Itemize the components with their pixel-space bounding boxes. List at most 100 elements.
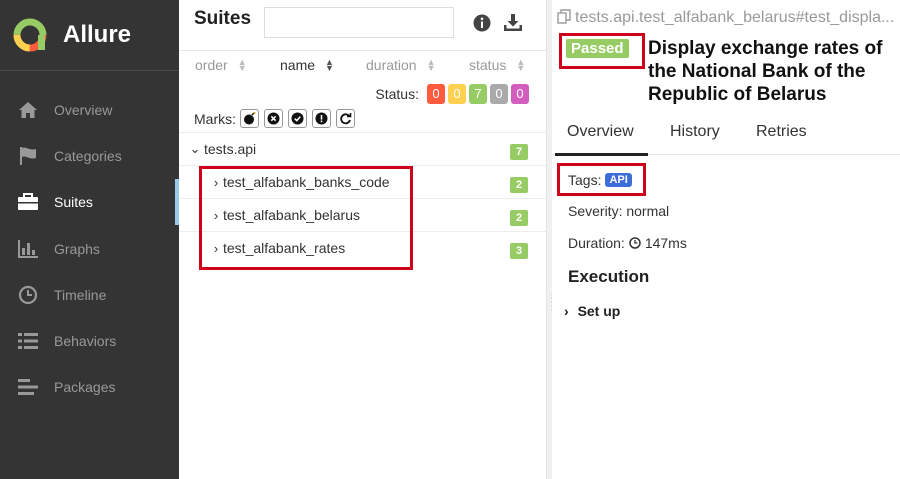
sidebar-item-label: Graphs <box>54 240 100 257</box>
chevron-right-icon: › <box>213 240 219 256</box>
sort-status[interactable]: status ▲ ▼ <box>469 57 525 73</box>
test-details-pane: tests.api.test_alfabank_belarus#test_dis… <box>552 0 900 479</box>
tree-item-label: test_alfabank_banks_code <box>223 174 390 190</box>
marks-label: Marks: <box>194 110 236 127</box>
sort-arrows-icon: ▲ ▼ <box>237 57 247 73</box>
chevron-right-icon: › <box>213 174 219 190</box>
tag-badge: API <box>605 173 632 187</box>
sidebar-nav: Overview Categories Suites Graphs Timeli… <box>0 87 179 410</box>
sort-status-label: status <box>469 57 507 73</box>
align-left-icon <box>17 376 39 398</box>
sidebar-item-suites[interactable]: Suites <box>0 179 179 226</box>
severity-text: Severity: normal <box>568 203 670 219</box>
retries-icon[interactable] <box>336 109 355 128</box>
detail-tabs: Overview History Retries <box>552 112 900 156</box>
home-icon <box>17 99 39 121</box>
status-broken-toggle[interactable]: 0 <box>448 84 466 104</box>
count-badge: 3 <box>510 241 528 259</box>
count-badge: 7 <box>510 142 528 160</box>
tags-label: Tags: <box>568 172 602 188</box>
passed-count: 7 <box>510 144 528 160</box>
sidebar-item-label: Behaviors <box>54 333 117 350</box>
severity-row: Severity: normal <box>568 203 669 219</box>
sort-arrows-icon: ▲ ▼ <box>426 57 436 73</box>
app-name: Allure <box>63 21 132 48</box>
tree-item[interactable]: › test_alfabank_rates 3 <box>179 231 546 264</box>
marks-filter: Marks: <box>194 109 355 128</box>
clock-icon <box>629 237 641 249</box>
sidebar-item-categories[interactable]: Categories <box>0 133 179 179</box>
status-skipped-toggle[interactable]: 0 <box>490 84 508 104</box>
download-icon[interactable] <box>502 12 524 34</box>
setup-label: Set up <box>577 303 621 319</box>
allure-logo <box>13 18 47 52</box>
count-badge: 2 <box>510 175 528 193</box>
sort-duration[interactable]: duration ▲ ▼ <box>366 57 436 73</box>
tree-group-label: tests.api <box>204 141 257 157</box>
sidebar-item-overview[interactable]: Overview <box>0 87 179 133</box>
bar-chart-icon <box>17 238 39 260</box>
test-title: Display exchange rates of the National B… <box>648 38 883 105</box>
count-badge: 2 <box>510 208 528 226</box>
passed-count: 2 <box>510 177 528 193</box>
duration-label: Duration: <box>568 235 625 251</box>
sidebar-item-graphs[interactable]: Graphs <box>0 226 179 272</box>
tab-retries[interactable]: Retries <box>756 123 807 141</box>
passed-count: 3 <box>510 243 528 259</box>
chevron-right-icon: › <box>213 207 219 223</box>
tree-group-tests-api[interactable]: ⌄ tests.api 7 <box>179 132 546 165</box>
briefcase-icon <box>17 191 39 213</box>
status-failed-toggle[interactable]: 0 <box>427 84 445 104</box>
page-title: Suites <box>194 8 252 29</box>
tree-item-label: test_alfabank_belarus <box>223 207 360 223</box>
sidebar-item-label: Suites <box>54 194 93 211</box>
sort-arrows-icon: ▲ ▼ <box>516 57 526 73</box>
sort-order-label: order <box>195 57 228 73</box>
sidebar-item-label: Categories <box>54 148 122 165</box>
tree-item[interactable]: › test_alfabank_banks_code 2 <box>179 165 546 198</box>
tab-history[interactable]: History <box>670 123 720 141</box>
sidebar-item-behaviors[interactable]: Behaviors <box>0 318 179 364</box>
sidebar-item-label: Packages <box>54 379 116 396</box>
new-failed-icon[interactable] <box>264 109 283 128</box>
new-passed-icon[interactable] <box>288 109 307 128</box>
sidebar-item-label: Timeline <box>54 286 107 303</box>
sort-name[interactable]: name ▲ ▼ <box>280 57 334 73</box>
sidebar-item-timeline[interactable]: Timeline <box>0 272 179 318</box>
info-icon[interactable] <box>471 12 493 34</box>
suites-pane: Suites order ▲ ▼ name ▲ ▼ duration ▲ ▼ stat… <box>179 0 546 479</box>
sort-name-label: name <box>280 57 316 73</box>
search-input[interactable] <box>264 7 454 38</box>
chevron-down-icon: ⌄ <box>189 141 201 156</box>
tags-row: Tags: API <box>568 172 632 188</box>
test-path: tests.api.test_alfabank_belarus#test_dis… <box>557 9 894 29</box>
sort-arrows-icon: ▲ ▼ <box>325 57 334 73</box>
tab-overview[interactable]: Overview <box>555 123 648 156</box>
new-broken-icon[interactable] <box>312 109 331 128</box>
sort-bar: order ▲ ▼ name ▲ ▼ duration ▲ ▼ status ▲ ▼ <box>179 57 546 77</box>
status-label: Status: <box>375 86 419 102</box>
sidebar-item-packages[interactable]: Packages <box>0 364 179 410</box>
status-filter: Status: 0 0 7 0 0 <box>375 84 529 104</box>
copy-icon[interactable] <box>557 9 571 29</box>
tree-item[interactable]: › test_alfabank_belarus 2 <box>179 198 546 231</box>
setup-section[interactable]: › Set up <box>564 303 620 319</box>
brand[interactable]: Allure <box>0 0 179 71</box>
sort-duration-label: duration <box>366 57 417 73</box>
passed-count: 2 <box>510 210 528 226</box>
status-passed-toggle[interactable]: 7 <box>469 84 487 104</box>
flaky-icon[interactable] <box>240 109 259 128</box>
chevron-right-icon: › <box>564 303 569 319</box>
list-icon <box>17 330 39 352</box>
suites-tree: ⌄ tests.api 7 › test_alfabank_banks_code… <box>179 132 546 264</box>
suites-header: Suites <box>179 0 546 51</box>
sort-order[interactable]: order ▲ ▼ <box>195 57 247 73</box>
duration-row: Duration: 147ms <box>568 235 687 251</box>
status-unknown-toggle[interactable]: 0 <box>511 84 529 104</box>
clock-icon <box>17 284 39 306</box>
sidebar: Allure Overview Categories Suites Graphs <box>0 0 179 479</box>
flag-icon <box>17 145 39 167</box>
status-badge: Passed <box>566 39 629 58</box>
execution-heading: Execution <box>568 267 650 286</box>
tree-item-label: test_alfabank_rates <box>223 240 346 256</box>
